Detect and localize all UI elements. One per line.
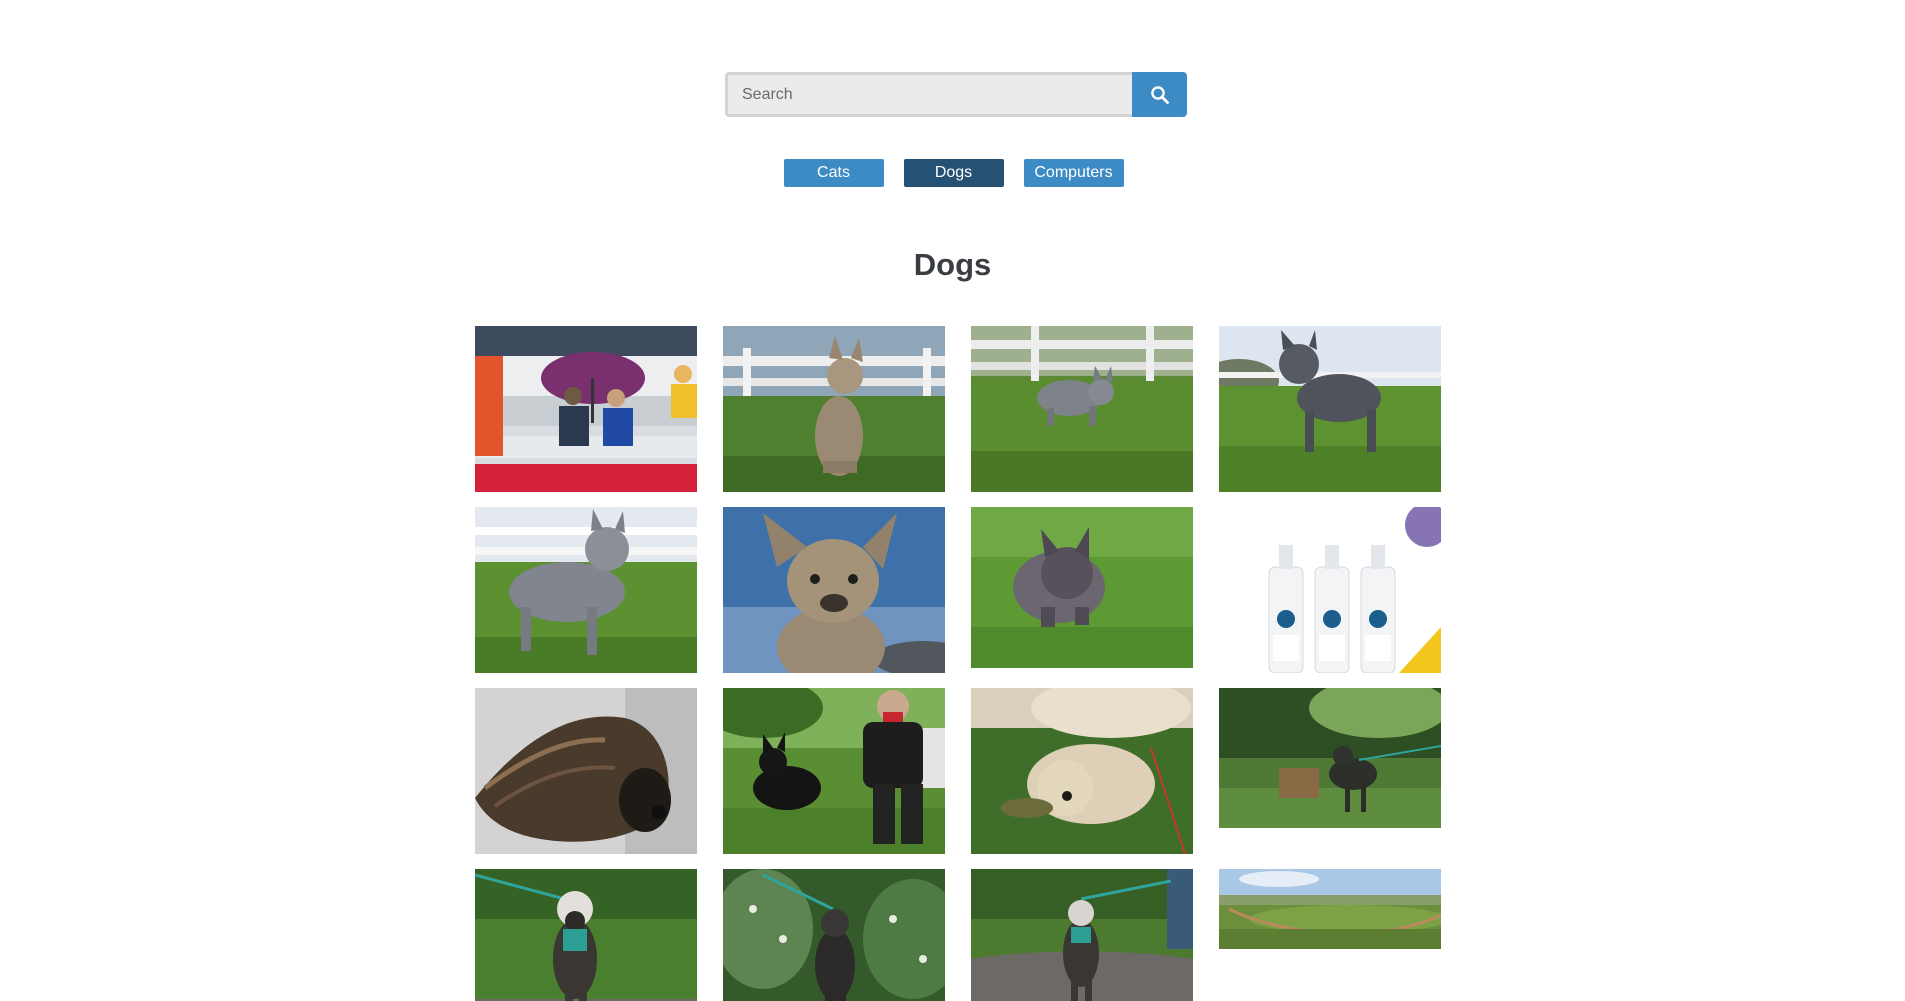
photo-shampoo-bottles-icon xyxy=(1219,507,1441,673)
photo-landscape-field-icon xyxy=(1219,869,1441,949)
category-buttons: Cats Dogs Computers xyxy=(0,159,1905,187)
gallery-image[interactable] xyxy=(723,688,945,854)
page: Cats Dogs Computers Dogs xyxy=(0,0,1905,1001)
photo-french-bulldog-side-icon xyxy=(475,507,697,673)
gallery-image[interactable] xyxy=(1219,688,1441,828)
photo-french-bulldog-sky-icon xyxy=(723,507,945,673)
photo-afghan-hound-icon xyxy=(475,688,697,854)
photo-crowd-umbrella-icon xyxy=(475,326,697,492)
category-cats-button[interactable]: Cats xyxy=(783,159,884,187)
photo-french-bulldog-standing-icon xyxy=(1219,326,1441,492)
photo-dog-running-icon xyxy=(971,869,1193,1001)
photo-french-bulldog-fence-icon xyxy=(723,326,945,492)
category-dogs-button[interactable]: Dogs xyxy=(903,159,1004,187)
gallery-image[interactable] xyxy=(723,507,945,673)
photo-dog-meadow-icon xyxy=(1219,688,1441,828)
photo-terrier-grass-icon xyxy=(971,507,1193,668)
gallery-image[interactable] xyxy=(475,326,697,492)
search-icon xyxy=(1150,85,1169,104)
gallery-image[interactable] xyxy=(1219,326,1441,492)
search-input[interactable] xyxy=(725,72,1132,117)
gallery-image[interactable] xyxy=(1219,507,1441,673)
gallery-image[interactable] xyxy=(723,326,945,492)
photo-french-bulldog-field-icon xyxy=(971,326,1193,492)
image-gallery xyxy=(475,326,1441,1001)
gallery-image[interactable] xyxy=(971,688,1193,854)
gallery-image[interactable] xyxy=(1219,869,1441,949)
photo-doodle-toy-icon xyxy=(971,688,1193,854)
gallery-image[interactable] xyxy=(971,326,1193,492)
photo-shaggy-dog-path-icon xyxy=(475,869,697,1001)
photo-dog-flowers-icon xyxy=(723,869,945,1001)
gallery-image[interactable] xyxy=(723,869,945,1001)
gallery-image[interactable] xyxy=(971,507,1193,668)
category-computers-button[interactable]: Computers xyxy=(1023,159,1124,187)
gallery-image[interactable] xyxy=(475,507,697,673)
gallery-image[interactable] xyxy=(475,688,697,854)
search-button[interactable] xyxy=(1132,72,1187,117)
gallery-heading: Dogs xyxy=(913,247,992,282)
gallery-image[interactable] xyxy=(971,869,1193,1001)
gallery-image[interactable] xyxy=(475,869,697,1001)
search-bar xyxy=(725,72,1187,117)
photo-woman-black-dog-icon xyxy=(723,688,945,854)
